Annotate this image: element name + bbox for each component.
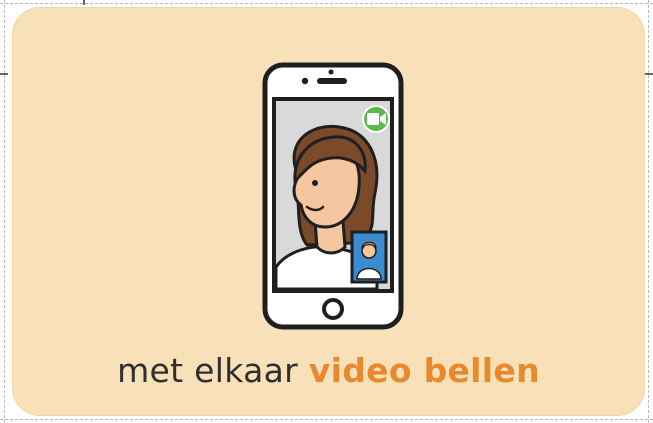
crop-mark-left [0, 73, 8, 75]
smartphone-video-call-icon [262, 62, 404, 330]
pictogram-caption: met elkaar video bellen [12, 349, 645, 393]
cut-line-right [648, 0, 649, 423]
crop-mark-right [645, 73, 653, 75]
caption-highlight-text: video bellen [308, 351, 540, 390]
cut-line-bottom [0, 419, 653, 420]
pictogram-page: met elkaar video bellen [0, 0, 653, 423]
cut-line-left [4, 0, 5, 423]
pictogram-card: met elkaar video bellen [12, 7, 645, 416]
caption-plain-text: met elkaar [117, 351, 309, 390]
crop-mark-top [83, 0, 85, 5]
cut-line-top [0, 3, 653, 4]
